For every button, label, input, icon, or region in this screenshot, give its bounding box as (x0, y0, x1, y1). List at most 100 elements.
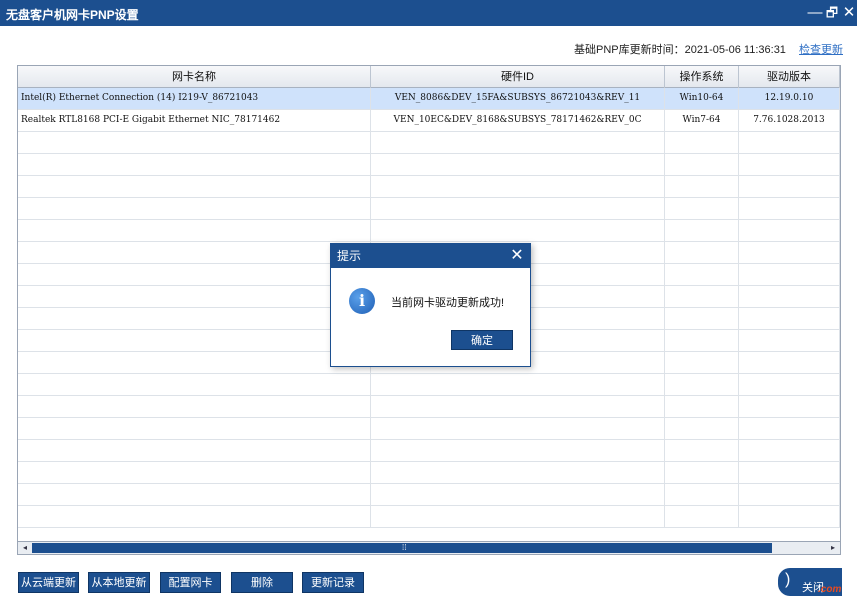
table-row[interactable]: Realtek RTL8168 PCI-E Gigabit Ethernet N… (18, 110, 840, 132)
scroll-left-icon[interactable]: ◂ (18, 542, 32, 554)
cell-os (665, 176, 739, 197)
cell-os (665, 352, 739, 373)
cell-driver-version (739, 264, 840, 285)
cell-os (665, 264, 739, 285)
cell-os (665, 462, 739, 483)
cell-nic-name (18, 396, 371, 417)
cell-nic-name (18, 198, 371, 219)
cell-driver-version: 7.76.1028.2013 (739, 110, 840, 131)
cell-nic-name (18, 220, 371, 241)
cell-driver-version (739, 506, 840, 527)
cell-driver-version (739, 462, 840, 483)
dialog-message: 当前网卡驱动更新成功! (391, 297, 505, 309)
column-header-nic-name[interactable]: 网卡名称 (18, 66, 371, 88)
table-row-empty[interactable] (18, 506, 840, 528)
cell-driver-version (739, 418, 840, 439)
scroll-right-icon[interactable]: ▸ (826, 542, 840, 554)
cell-nic-name (18, 374, 371, 395)
scroll-grip-icon: ⁞⁞ (402, 543, 407, 552)
cell-nic-name (18, 440, 371, 461)
cell-nic-name (18, 506, 371, 527)
cell-driver-version (739, 484, 840, 505)
column-header-os[interactable]: 操作系统 (665, 66, 739, 88)
table-row[interactable]: Intel(R) Ethernet Connection (14) I219-V… (18, 88, 840, 110)
cell-hardware-id (371, 198, 665, 219)
cell-os (665, 154, 739, 175)
cell-driver-version (739, 154, 840, 175)
dialog-close-icon[interactable]: ✕ (508, 246, 526, 266)
cell-hardware-id (371, 484, 665, 505)
check-update-link[interactable]: 检查更新 (799, 44, 843, 56)
cell-hardware-id (371, 374, 665, 395)
column-header-driver-version[interactable]: 驱动版本 (739, 66, 840, 88)
table-row-empty[interactable] (18, 396, 840, 418)
cell-os (665, 396, 739, 417)
cell-hardware-id (371, 440, 665, 461)
info-icon: i (349, 288, 375, 314)
table-row-empty[interactable] (18, 484, 840, 506)
close-icon[interactable]: ✕ (840, 3, 857, 23)
scroll-thumb[interactable]: ⁞⁞ (32, 543, 772, 553)
table-row-empty[interactable] (18, 154, 840, 176)
title-bar: 无盘客户机网卡PNP设置 — 🗗 ✕ (0, 0, 857, 26)
horizontal-scrollbar[interactable]: ◂ ⁞⁞ ▸ (17, 541, 841, 555)
cell-os (665, 132, 739, 153)
delete-button[interactable]: 删除 (231, 572, 293, 593)
cell-nic-name: Realtek RTL8168 PCI-E Gigabit Ethernet N… (18, 110, 371, 131)
table-row-empty[interactable] (18, 418, 840, 440)
cell-hardware-id (371, 132, 665, 153)
cell-nic-name (18, 176, 371, 197)
table-header: 网卡名称 硬件ID 操作系统 驱动版本 (18, 66, 840, 88)
column-header-hardware-id[interactable]: 硬件ID (371, 66, 665, 88)
cell-os (665, 374, 739, 395)
dialog-ok-button[interactable]: 确定 (451, 330, 513, 350)
cell-hardware-id (371, 220, 665, 241)
cell-os: Win7-64 (665, 110, 739, 131)
cell-os (665, 418, 739, 439)
cell-driver-version (739, 286, 840, 307)
cell-driver-version: 12.19.0.10 (739, 88, 840, 109)
cell-nic-name (18, 154, 371, 175)
library-update-info: 基础PNP库更新时间：2021-05-06 11:36:31 检查更新 (574, 41, 843, 57)
dialog-title: 提示 (331, 244, 530, 268)
cell-os (665, 220, 739, 241)
cell-driver-version (739, 352, 840, 373)
cell-driver-version (739, 198, 840, 219)
cell-hardware-id (371, 418, 665, 439)
cell-hardware-id (371, 154, 665, 175)
cell-os (665, 308, 739, 329)
cell-driver-version (739, 330, 840, 351)
cell-hardware-id (371, 506, 665, 527)
table-row-empty[interactable] (18, 440, 840, 462)
table-row-empty[interactable] (18, 132, 840, 154)
cell-nic-name (18, 264, 371, 285)
cell-nic-name (18, 352, 371, 373)
cell-os (665, 440, 739, 461)
minimize-icon[interactable]: — (806, 3, 824, 23)
cell-nic-name (18, 484, 371, 505)
cell-driver-version (739, 440, 840, 461)
table-row-empty[interactable] (18, 462, 840, 484)
table-row-empty[interactable] (18, 198, 840, 220)
cell-nic-name (18, 286, 371, 307)
cell-nic-name: Intel(R) Ethernet Connection (14) I219-V… (18, 88, 371, 109)
cell-nic-name (18, 308, 371, 329)
cell-os (665, 484, 739, 505)
update-from-cloud-button[interactable]: 从云端更新 (18, 572, 79, 593)
table-row-empty[interactable] (18, 220, 840, 242)
cell-nic-name (18, 462, 371, 483)
cell-os: Win10-64 (665, 88, 739, 109)
cell-nic-name (18, 132, 371, 153)
restore-icon[interactable]: 🗗 (823, 3, 841, 23)
update-log-button[interactable]: 更新记录 (302, 572, 364, 593)
cell-driver-version (739, 308, 840, 329)
configure-nic-button[interactable]: 配置网卡 (160, 572, 221, 593)
notification-dialog: 提示 ✕ i 当前网卡驱动更新成功! 确定 (330, 243, 531, 367)
table-row-empty[interactable] (18, 176, 840, 198)
update-from-local-button[interactable]: 从本地更新 (88, 572, 150, 593)
cell-hardware-id (371, 396, 665, 417)
window-title: 无盘客户机网卡PNP设置 (6, 8, 139, 22)
table-row-empty[interactable] (18, 374, 840, 396)
cell-os (665, 242, 739, 263)
cell-nic-name (18, 242, 371, 263)
